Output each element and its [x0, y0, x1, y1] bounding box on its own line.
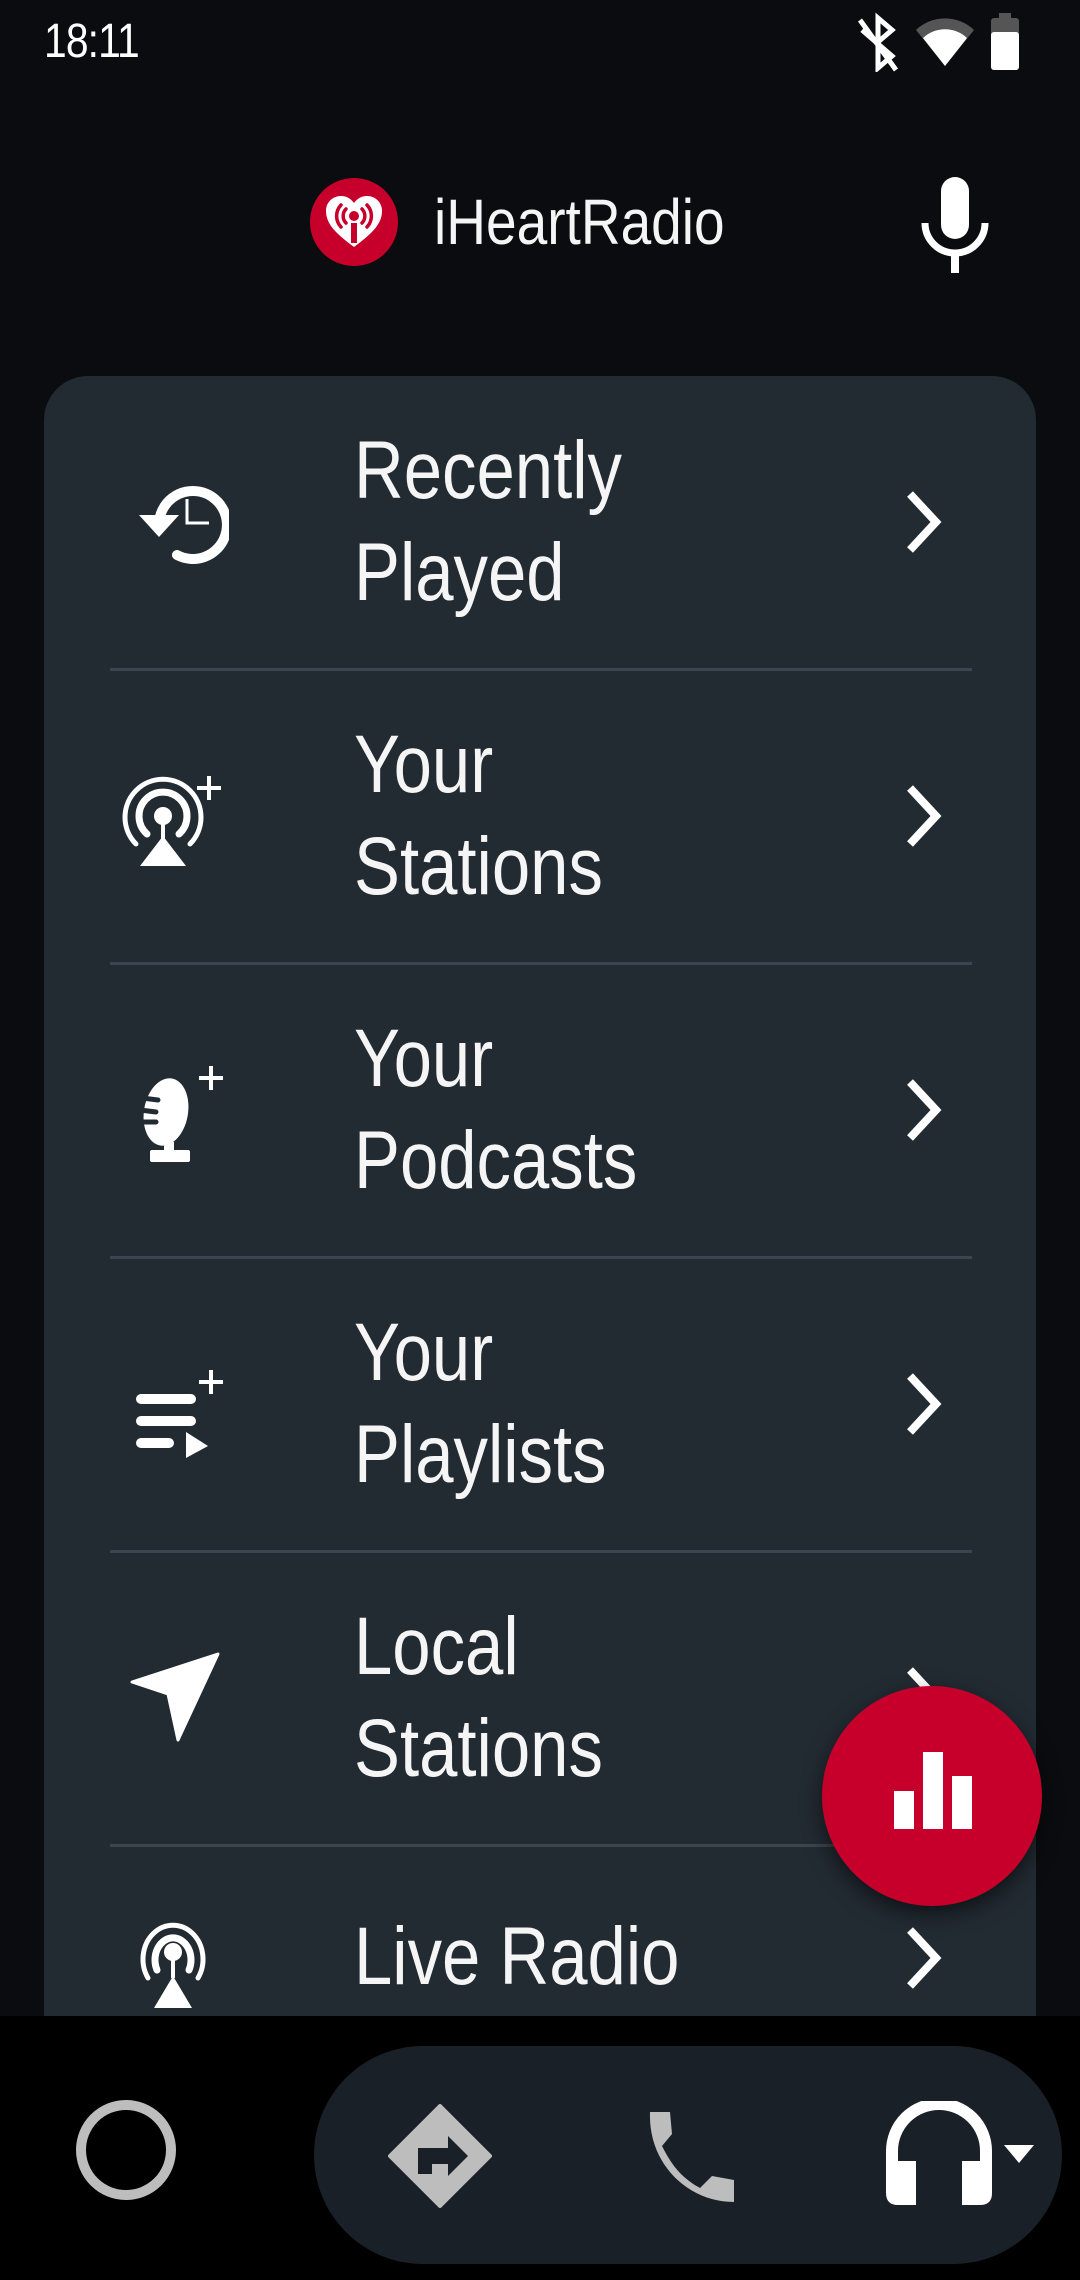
podcast-mic-add-icon [104, 1040, 244, 1180]
now-playing-button[interactable] [822, 1686, 1042, 1906]
chevron-right-icon [884, 1070, 964, 1150]
wifi-icon [914, 16, 976, 68]
android-auto-screen: 18:11 iHeartRadio Recently Played Your S… [0, 0, 1080, 2280]
headphones-icon [886, 2101, 1034, 2205]
chevron-right-icon [884, 482, 964, 562]
menu-item-label: Your Stations [354, 719, 603, 912]
bottom-navigation-bar [0, 2016, 1080, 2280]
playlist-add-icon [104, 1334, 244, 1474]
menu-item-label: Your Podcasts [354, 1013, 638, 1206]
app-header: iHeartRadio [0, 160, 1080, 290]
voice-search-button[interactable] [900, 170, 1010, 280]
battery-icon [990, 13, 1020, 71]
bluetooth-off-icon [856, 12, 900, 72]
menu-item-your-playlists[interactable]: Your Playlists [44, 1258, 1036, 1552]
phone-icon [649, 2112, 734, 2202]
location-arrow-icon [104, 1628, 244, 1768]
status-icons [856, 12, 1020, 72]
directions-icon [388, 2104, 492, 2208]
brand: iHeartRadio [310, 178, 772, 266]
app-title: iHeartRadio [434, 186, 725, 258]
menu-item-label: Live Radio [354, 1911, 680, 2002]
home-circle-icon [76, 2100, 176, 2200]
phone-app-button[interactable] [630, 2096, 750, 2216]
menu-item-your-podcasts[interactable]: Your Podcasts [44, 964, 1036, 1258]
microphone-icon [921, 177, 989, 273]
status-bar: 18:11 [0, 0, 1080, 80]
navigation-app-button[interactable] [380, 2096, 500, 2216]
history-icon [104, 452, 244, 592]
menu-item-recently-played[interactable]: Recently Played [44, 376, 1036, 670]
chevron-right-icon [884, 1918, 964, 1998]
menu-item-label: Local Stations [354, 1601, 603, 1794]
menu-item-label: Your Playlists [354, 1307, 607, 1500]
radio-tower-add-icon [104, 746, 244, 886]
media-app-button[interactable] [884, 2096, 1034, 2216]
radio-tower-icon [104, 1886, 244, 2016]
home-button[interactable] [74, 2098, 178, 2202]
chevron-right-icon [884, 776, 964, 856]
chevron-right-icon [884, 1364, 964, 1444]
iheartradio-logo-icon [310, 178, 398, 266]
app-launcher-pill [314, 2046, 1062, 2264]
menu-item-label: Recently Played [354, 425, 622, 618]
status-time: 18:11 [44, 15, 140, 68]
menu-item-your-stations[interactable]: Your Stations [44, 670, 1036, 964]
now-playing-bars-icon [894, 1752, 972, 1829]
